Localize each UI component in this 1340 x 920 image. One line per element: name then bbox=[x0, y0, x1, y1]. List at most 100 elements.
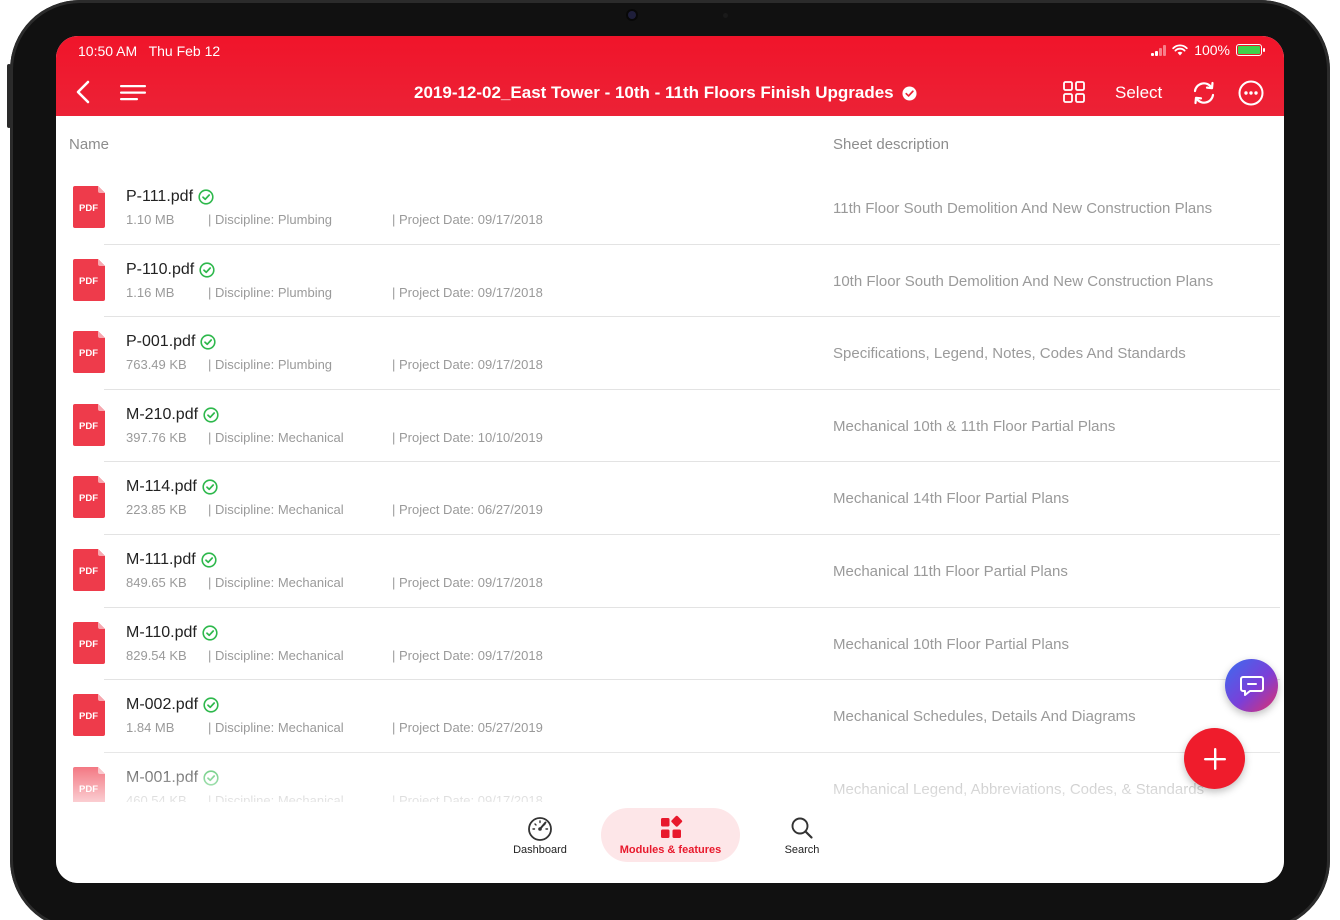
file-size: 397.76 KB bbox=[126, 429, 187, 445]
tab-search-label: Search bbox=[784, 843, 820, 856]
file-project-date: | Project Date: 09/17/2018 bbox=[392, 212, 543, 227]
select-button[interactable]: Select bbox=[1115, 83, 1162, 103]
pdf-icon-label: PDF bbox=[79, 711, 98, 722]
checkmark-circle-icon bbox=[902, 85, 917, 101]
file-name-text: M-111.pdf bbox=[126, 551, 196, 568]
plus-icon bbox=[1203, 747, 1226, 770]
sheet-description: 11th Floor South Demolition And New Cons… bbox=[833, 200, 1213, 217]
pdf-file-icon: PDF bbox=[73, 476, 105, 519]
sheet-description: Mechanical 10th Floor Partial Plans bbox=[833, 635, 1069, 653]
tab-dashboard-label: Dashboard bbox=[513, 843, 567, 856]
file-discipline: | Discipline: Plumbing bbox=[208, 212, 333, 227]
tab-modules-label: Modules & features bbox=[619, 843, 722, 856]
pdf-icon-label: PDF bbox=[79, 493, 98, 504]
page-title: 2019-12-02_East Tower - 10th - 11th Floo… bbox=[414, 83, 894, 102]
wifi-icon bbox=[1172, 44, 1188, 56]
sheet-description: Mechanical Schedules, Details And Diagra… bbox=[833, 708, 1136, 726]
sheet-description: Mechanical 14th Floor Partial Plans bbox=[833, 490, 1069, 508]
file-name[interactable]: M-111.pdf bbox=[126, 551, 217, 569]
file-list: PDF P-111.pdf 1.10 MB | Discipline: Plum… bbox=[56, 172, 1284, 802]
file-size: 829.54 KB bbox=[126, 647, 187, 663]
pdf-icon-label: PDF bbox=[79, 276, 98, 287]
file-row[interactable]: PDF M-111.pdf 849.65 KB | Discipline: Me… bbox=[56, 535, 1284, 608]
battery-icon bbox=[1236, 44, 1265, 56]
file-row[interactable]: PDF M-210.pdf 397.76 KB | Discipline: Me… bbox=[56, 390, 1284, 463]
sheet-description: Mechanical 11th Floor Partial Plans bbox=[833, 563, 1068, 580]
back-chevron-icon[interactable] bbox=[74, 80, 94, 104]
file-name[interactable]: M-114.pdf bbox=[126, 478, 218, 496]
menu-icon[interactable] bbox=[120, 83, 148, 103]
synced-check-icon bbox=[202, 479, 218, 495]
file-name-text: M-002.pdf bbox=[126, 696, 199, 714]
speedometer-icon bbox=[528, 816, 552, 841]
file-project-date: | Project Date: 09/17/2018 bbox=[392, 575, 543, 590]
file-name[interactable]: M-210.pdf bbox=[126, 406, 219, 424]
file-name[interactable]: P-111.pdf bbox=[126, 188, 214, 206]
pdf-file-icon: PDF bbox=[73, 694, 105, 737]
file-row[interactable]: PDF P-001.pdf 763.49 KB | Discipline: Pl… bbox=[56, 317, 1284, 390]
file-size: 1.84 MB bbox=[126, 720, 175, 736]
file-size: 223.85 KB bbox=[126, 502, 187, 518]
pdf-icon-label: PDF bbox=[79, 566, 98, 577]
file-project-date: | Project Date: 09/17/2018 bbox=[392, 357, 543, 373]
file-name[interactable]: M-002.pdf bbox=[126, 696, 219, 714]
file-discipline: | Discipline: Plumbing bbox=[208, 284, 333, 300]
file-project-date: | Project Date: 10/10/2019 bbox=[392, 429, 543, 445]
tab-dashboard[interactable]: Dashboard bbox=[499, 808, 581, 862]
chat-bubble-icon bbox=[1239, 675, 1264, 696]
pdf-file-icon: PDF bbox=[73, 403, 105, 446]
pdf-icon-label: PDF bbox=[79, 421, 98, 432]
file-discipline: | Discipline: Mechanical bbox=[208, 429, 344, 445]
synced-check-icon bbox=[202, 624, 218, 641]
synced-check-icon bbox=[203, 697, 219, 713]
chat-button[interactable] bbox=[1225, 659, 1278, 712]
status-time: 10:50 AM Thu Feb 12 bbox=[78, 43, 220, 59]
file-project-date: | Project Date: 09/17/2018 bbox=[392, 284, 543, 300]
synced-check-icon bbox=[203, 770, 219, 786]
file-row[interactable]: PDF M-114.pdf 223.85 KB | Discipline: Me… bbox=[56, 462, 1284, 535]
file-size: 849.65 KB bbox=[126, 575, 187, 590]
synced-check-icon bbox=[203, 407, 219, 423]
file-name-text: M-110.pdf bbox=[126, 623, 197, 641]
front-camera bbox=[628, 11, 636, 19]
file-row[interactable]: PDF M-001.pdf 460.54 KB | Discipline: Me… bbox=[56, 753, 1284, 802]
volume-button bbox=[7, 64, 11, 128]
file-discipline: | Discipline: Mechanical bbox=[208, 647, 344, 663]
sheet-description: 10th Floor South Demolition And New Cons… bbox=[833, 272, 1214, 290]
synced-check-icon bbox=[201, 552, 217, 568]
modules-icon bbox=[660, 815, 682, 838]
sync-icon[interactable] bbox=[1191, 80, 1217, 106]
synced-check-icon bbox=[200, 334, 216, 350]
file-name[interactable]: M-110.pdf bbox=[126, 624, 218, 642]
status-indicators: 100% bbox=[1151, 42, 1265, 58]
column-header-name[interactable]: Name bbox=[69, 136, 109, 153]
file-row[interactable]: PDF P-110.pdf 1.16 MB | Discipline: Plum… bbox=[56, 245, 1284, 318]
more-options-icon[interactable] bbox=[1238, 80, 1264, 106]
tab-search[interactable]: Search bbox=[766, 808, 838, 862]
pdf-file-icon: PDF bbox=[73, 549, 105, 591]
file-discipline: | Discipline: Mechanical bbox=[208, 792, 344, 802]
file-name-text: P-001.pdf bbox=[126, 333, 196, 351]
folder-title[interactable]: 2019-12-02_East Tower - 10th - 11th Floo… bbox=[414, 83, 917, 103]
tab-modules-features[interactable]: Modules & features bbox=[601, 808, 740, 862]
sheet-description: Mechanical 10th & 11th Floor Partial Pla… bbox=[833, 417, 1116, 435]
file-size: 1.10 MB bbox=[126, 212, 175, 227]
file-size: 763.49 KB bbox=[126, 357, 187, 373]
pdf-file-icon: PDF bbox=[73, 621, 105, 664]
file-discipline: | Discipline: Mechanical bbox=[208, 502, 344, 518]
cellular-signal-icon bbox=[1151, 44, 1167, 56]
file-name[interactable]: P-001.pdf bbox=[126, 333, 216, 351]
file-name[interactable]: M-001.pdf bbox=[126, 769, 219, 787]
file-name-text: M-114.pdf bbox=[126, 478, 197, 496]
file-name[interactable]: P-110.pdf bbox=[126, 261, 215, 279]
file-row[interactable]: PDF M-002.pdf 1.84 MB | Discipline: Mech… bbox=[56, 680, 1284, 753]
app-header: 10:50 AM Thu Feb 12 100% 2019-12-02_East… bbox=[56, 36, 1284, 116]
file-discipline: | Discipline: Mechanical bbox=[208, 575, 344, 590]
file-size: 1.16 MB bbox=[126, 284, 175, 300]
grid-view-icon[interactable] bbox=[1062, 80, 1086, 104]
file-row[interactable]: PDF M-110.pdf 829.54 KB | Discipline: Me… bbox=[56, 608, 1284, 681]
file-row[interactable]: PDF P-111.pdf 1.10 MB | Discipline: Plum… bbox=[56, 172, 1284, 245]
column-header-description[interactable]: Sheet description bbox=[833, 136, 949, 153]
add-button[interactable] bbox=[1184, 728, 1245, 789]
file-name-text: M-210.pdf bbox=[126, 405, 199, 423]
